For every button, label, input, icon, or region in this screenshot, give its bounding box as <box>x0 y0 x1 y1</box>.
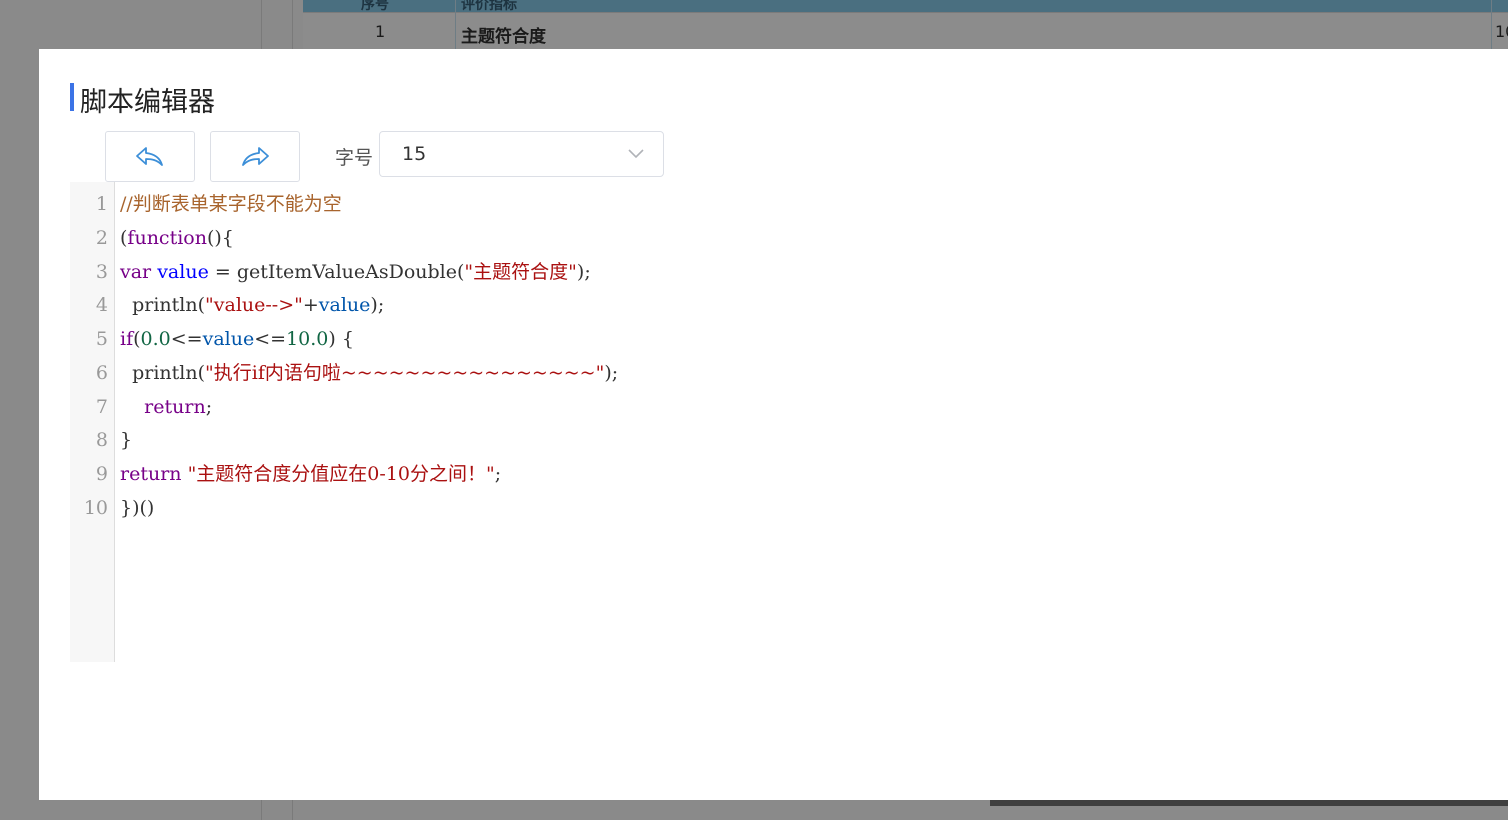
title-accent-bar <box>70 83 74 111</box>
redo-arrow-icon <box>242 146 269 166</box>
code-line: return "主题符合度分值应在0-10分之间！"; <box>120 462 501 486</box>
table-row: 1 主题符合度 10 <box>303 12 1508 50</box>
code-punc: })() <box>120 497 155 519</box>
code-punc: ; <box>494 463 502 485</box>
code-text: println( <box>132 362 206 384</box>
col-separator <box>1491 0 1492 49</box>
code-line: println("执行if内语句啦~~~~~~~~~~~~~~~~"); <box>120 361 618 385</box>
code-punc: ); <box>604 362 619 384</box>
chevron-down-icon <box>628 149 644 159</box>
row-name: 主题符合度 <box>461 27 546 47</box>
code-punc: + <box>302 294 319 316</box>
code-keyword: if <box>120 328 134 350</box>
code-line: println("value-->"+value); <box>120 293 384 317</box>
code-keyword: var <box>120 261 152 283</box>
code-number: 0.0 <box>140 328 171 350</box>
line-number: 3 <box>95 261 108 283</box>
line-number: 9 <box>95 463 108 485</box>
code-variable: value <box>151 261 209 283</box>
line-number: 4 <box>95 294 108 316</box>
script-editor-modal: 脚本编辑器 字号 15 1 2 3 4 5 6 7 8 9 10 //判断表单某… <box>39 49 1508 800</box>
code-punc: <= <box>170 328 203 350</box>
undo-button[interactable] <box>105 131 195 182</box>
line-number: 6 <box>95 362 108 384</box>
code-line: })() <box>120 496 154 520</box>
code-punc: ); <box>370 294 385 316</box>
code-line: return; <box>120 395 212 419</box>
font-size-label: 字号 <box>335 147 374 169</box>
modal-title: 脚本编辑器 <box>80 87 215 118</box>
font-size-value: 15 <box>402 143 427 165</box>
code-keyword: function <box>127 227 207 249</box>
code-line: var value = getItemValueAsDouble("主题符合度"… <box>120 260 591 284</box>
code-punc: ) { <box>328 328 354 350</box>
code-punc: (){ <box>206 227 234 249</box>
code-variable: value <box>318 294 371 316</box>
line-number: 7 <box>95 396 108 418</box>
code-line: } <box>120 428 132 452</box>
code-line: (function(){ <box>120 226 234 250</box>
code-text: println( <box>132 294 206 316</box>
undo-arrow-icon <box>136 146 163 166</box>
code-comment: //判断表单某字段不能为空 <box>120 193 342 215</box>
code-punc: } <box>120 429 133 451</box>
table-header-row: 序号 评价指标 <box>303 0 1508 13</box>
code-string: "主题符合度" <box>464 261 577 283</box>
code-punc: ); <box>576 261 591 283</box>
background-table: 序号 评价指标 1 主题符合度 10 <box>303 0 1508 50</box>
line-number: 10 <box>83 497 108 519</box>
code-editor[interactable]: 1 2 3 4 5 6 7 8 9 10 //判断表单某字段不能为空 (func… <box>70 182 1470 662</box>
line-number: 2 <box>95 227 108 249</box>
col-separator <box>455 0 456 49</box>
code-string: "value-->" <box>205 294 303 316</box>
code-string: "执行if内语句啦~~~~~~~~~~~~~~~~" <box>205 362 605 384</box>
code-string: "主题符合度分值应在0-10分之间！" <box>181 463 495 485</box>
code-line: if(0.0<=value<=10.0) { <box>120 327 354 351</box>
row-edge: 10 <box>1495 22 1508 41</box>
code-keyword: return <box>144 396 206 418</box>
row-no: 1 <box>375 22 386 41</box>
code-punc: ( <box>133 328 141 350</box>
line-number: 1 <box>95 193 108 215</box>
code-variable: value <box>202 328 255 350</box>
code-keyword: return <box>120 463 182 485</box>
line-number: 5 <box>95 328 108 350</box>
code-number: 10.0 <box>286 328 329 350</box>
code-punc: ; <box>205 396 213 418</box>
modal-shadow <box>990 800 1508 806</box>
redo-button[interactable] <box>210 131 300 182</box>
code-text: = getItemValueAsDouble( <box>208 261 465 283</box>
code-punc: <= <box>254 328 287 350</box>
line-number: 8 <box>95 429 108 451</box>
code-line: //判断表单某字段不能为空 <box>120 192 342 216</box>
font-size-select[interactable]: 15 <box>379 131 664 177</box>
line-number-gutter: 1 2 3 4 5 6 7 8 9 10 <box>70 182 115 662</box>
